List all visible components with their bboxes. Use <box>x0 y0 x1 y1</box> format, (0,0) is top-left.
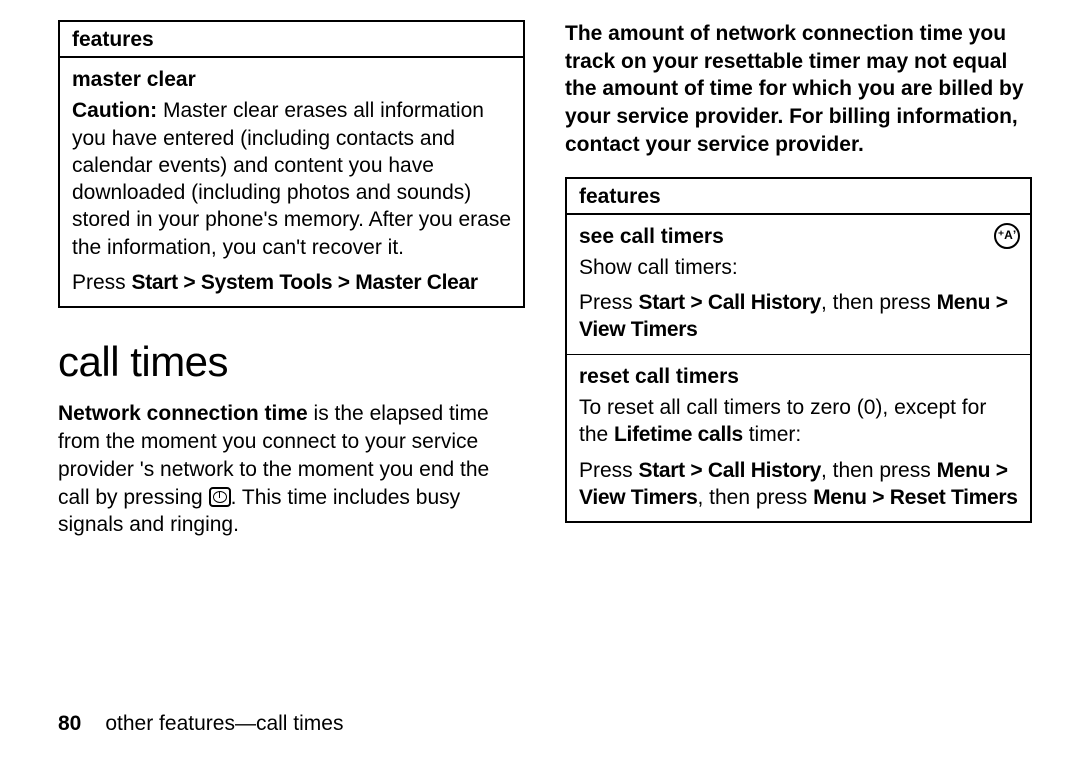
billing-notice: The amount of network connection time yo… <box>565 20 1032 159</box>
table-header: features <box>567 179 1030 215</box>
nav-path: Start > System Tools > Master Clear <box>132 271 478 294</box>
row-title: see call timers <box>579 223 1018 250</box>
master-clear-row: master clear Caution: Master clear erase… <box>60 58 523 306</box>
left-column: features master clear Caution: Master cl… <box>58 20 525 549</box>
features-table-left: features master clear Caution: Master cl… <box>58 20 525 308</box>
caution-text: Caution: Master clear erases all informa… <box>72 97 511 261</box>
footer-text: other features—call times <box>105 712 343 735</box>
nav3: Menu > Reset Timers <box>813 486 1018 509</box>
then: , then press <box>698 486 814 509</box>
reset-timers-nav: Press Start > Call History, then press M… <box>579 457 1018 512</box>
row-desc: Show call timers: <box>579 254 1018 281</box>
reset-call-timers-row: reset call timers To reset all call time… <box>567 355 1030 521</box>
table-header: features <box>60 22 523 58</box>
page-number: 80 <box>58 712 81 735</box>
features-table-right: features ⁺Aʼ see call timers Show call t… <box>565 177 1032 524</box>
lifetime-label: Lifetime calls <box>614 423 743 446</box>
end-key-icon <box>209 487 231 507</box>
nav1: Start > Call History <box>639 459 821 482</box>
middle: , then press <box>821 459 937 482</box>
see-timers-nav: Press Start > Call History, then press M… <box>579 289 1018 344</box>
caution-label: Caution: <box>72 99 157 122</box>
row-title: reset call timers <box>579 363 1018 390</box>
network-connection-paragraph: Network connection time is the elapsed t… <box>58 400 525 539</box>
press-prefix: Press <box>72 271 132 294</box>
right-column: The amount of network connection time yo… <box>565 20 1032 549</box>
middle: , then press <box>821 291 937 314</box>
see-call-timers-row: ⁺Aʼ see call timers Show call timers: Pr… <box>567 215 1030 355</box>
antenna-icon: ⁺Aʼ <box>994 223 1020 249</box>
caution-body: Master clear erases all information you … <box>72 99 511 258</box>
antenna-letter: A <box>1004 228 1013 244</box>
press-prefix: Press <box>579 291 639 314</box>
desc-b: timer: <box>743 423 801 446</box>
master-clear-nav: Press Start > System Tools > Master Clea… <box>72 269 511 296</box>
nav1: Start > Call History <box>639 291 821 314</box>
press-prefix: Press <box>579 459 639 482</box>
page-footer: 80 other features—call times <box>58 712 343 736</box>
section-heading-call-times: call times <box>58 338 525 386</box>
reset-desc: To reset all call timers to zero (0), ex… <box>579 394 1018 449</box>
row-title: master clear <box>72 66 511 93</box>
net-bold: Network connection time <box>58 402 308 425</box>
two-column-layout: features master clear Caution: Master cl… <box>58 20 1032 549</box>
